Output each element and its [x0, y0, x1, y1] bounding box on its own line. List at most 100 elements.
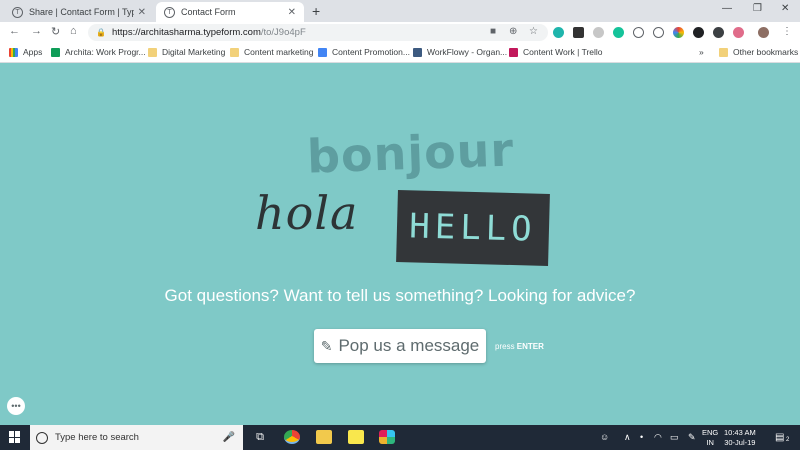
lang-code: ENG [702, 428, 719, 437]
workflowy-icon [413, 47, 422, 57]
tab-share-contact-form[interactable]: T Share | Contact Form | Typeform ✕ [4, 2, 154, 22]
lang-region: IN [706, 438, 714, 447]
search-placeholder: Type here to search [55, 432, 139, 443]
bookmark-label: Other bookmarks [733, 47, 799, 57]
microphone-tray-icon[interactable]: • [640, 432, 643, 442]
bookmark-item[interactable]: Content Promotion... [318, 47, 410, 57]
url-host: https://architasharma.typeform.com [111, 27, 261, 38]
sticky-notes-icon[interactable] [348, 430, 364, 444]
reload-icon[interactable]: ↻ [51, 25, 60, 38]
close-icon[interactable]: ✕ [138, 7, 146, 18]
windows-start-button[interactable] [9, 431, 21, 443]
slack-icon[interactable] [379, 430, 395, 444]
bookmarks-bar: Apps Archita: Work Progr... Digital Mark… [0, 43, 800, 63]
button-label: Pop us a message [338, 336, 480, 355]
press-enter-hint: press ENTER [495, 342, 544, 351]
url-path: /to/J9o4pF [260, 27, 306, 38]
docs-icon [318, 47, 327, 57]
clock-time: 10:43 AM [724, 428, 756, 437]
window-close-icon[interactable]: ✕ [781, 3, 789, 14]
forward-icon[interactable]: → [31, 25, 42, 37]
people-icon[interactable]: ☺ [600, 432, 609, 442]
taskbar-search-box[interactable]: Type here to search 🎤 [30, 425, 243, 450]
other-bookmarks[interactable]: Other bookmarks [719, 47, 798, 57]
menu-icon[interactable]: ⋮ [782, 26, 792, 37]
extension-icon[interactable] [733, 27, 744, 38]
zoom-icon[interactable]: ⊕ [509, 26, 517, 37]
bookmark-label: Digital Marketing [162, 47, 226, 57]
extension-icon[interactable] [653, 27, 664, 38]
close-icon[interactable]: ✕ [288, 7, 296, 18]
task-view-icon[interactable]: ⧉ [252, 430, 268, 444]
color-picker-icon[interactable] [673, 27, 684, 38]
bookmark-item[interactable]: Content Work | Trello [509, 47, 603, 57]
browser-toolbar: ← → ↻ ⌂ 🔒 https://architasharma.typeform… [0, 22, 800, 43]
chevron-up-icon[interactable]: ∧ [624, 432, 631, 443]
sheets-icon [51, 47, 60, 57]
bookmark-item[interactable]: Digital Marketing [148, 47, 225, 57]
pop-us-a-message-button[interactable]: ✎ Pop us a message [314, 329, 486, 363]
avatar[interactable] [758, 27, 769, 38]
pencil-icon: ✎ [320, 337, 333, 354]
bookmark-label: Archita: Work Progr... [65, 47, 146, 57]
extension-icon[interactable] [713, 27, 724, 38]
extension-icon[interactable] [593, 27, 604, 38]
hello-banner: HELLO [396, 190, 550, 266]
page-subtitle: Got questions? Want to tell us something… [164, 286, 636, 305]
star-icon[interactable]: ☆ [529, 26, 538, 37]
lock-icon: 🔒 [96, 28, 106, 37]
bookmark-label: Content marketing [244, 47, 314, 57]
back-icon[interactable]: ← [9, 25, 20, 37]
microphone-icon[interactable]: 🎤 [223, 432, 235, 443]
bookmark-label: WorkFlowy - Organ... [427, 47, 508, 57]
bookmark-label: Content Promotion... [332, 47, 410, 57]
bonjour-heading: bonjour [306, 122, 515, 184]
bookmark-item[interactable]: WorkFlowy - Organ... [413, 47, 507, 57]
bookmark-label: Content Work | Trello [523, 47, 603, 57]
ellipsis-icon: ••• [11, 401, 21, 411]
hello-heading: HELLO [408, 206, 538, 250]
tab-contact-form[interactable]: T Contact Form ✕ [156, 2, 304, 22]
clock-date: 30-Jul-19 [724, 438, 756, 447]
folder-icon [230, 47, 239, 57]
tab-strip: T Share | Contact Form | Typeform ✕ T Co… [0, 0, 800, 22]
battery-icon[interactable]: ▭ [670, 432, 679, 443]
restore-icon[interactable]: ❐ [753, 3, 762, 14]
notification-icon[interactable]: ▤ [775, 432, 784, 443]
wifi-icon[interactable]: ◠ [654, 432, 662, 443]
extension-icon[interactable] [693, 27, 704, 38]
minimize-icon[interactable]: — [722, 3, 732, 14]
language-indicator[interactable]: ENG IN [702, 428, 718, 448]
chrome-icon[interactable] [284, 430, 300, 444]
grammarly-icon[interactable] [613, 27, 624, 38]
camera-icon[interactable]: ■ [490, 26, 496, 37]
tab-title: Contact Form [181, 7, 236, 17]
chat-bubble-button[interactable]: ••• [7, 397, 25, 415]
folder-icon [148, 47, 157, 57]
hint-key: ENTER [516, 342, 544, 351]
pocket-icon[interactable] [633, 27, 644, 38]
cortana-icon [36, 431, 48, 444]
windows-taskbar: Type here to search 🎤 ⧉ ☺ ∧ • ◠ ▭ ✎ ENG … [0, 425, 800, 450]
more-bookmarks-icon[interactable]: » [699, 47, 704, 57]
typeform-icon: T [164, 6, 175, 18]
trello-icon [509, 47, 518, 57]
typeform-welcome-screen: bonjour hola HELLO Got questions? Want t… [0, 64, 800, 425]
bookmark-item[interactable]: Archita: Work Progr... [51, 47, 146, 57]
extension-icon[interactable] [553, 27, 564, 38]
system-clock[interactable]: 10:43 AM 30-Jul-19 [724, 428, 756, 448]
notification-count: 2 [786, 437, 790, 443]
pen-icon[interactable]: ✎ [688, 432, 696, 443]
bookmark-item[interactable]: Content marketing [230, 47, 313, 57]
new-tab-button[interactable]: + [312, 3, 320, 19]
apps-grid-icon [9, 47, 18, 57]
tab-title: Share | Contact Form | Typeform [29, 7, 134, 17]
typeform-icon: T [12, 6, 23, 18]
hola-heading: hola [255, 186, 359, 240]
file-explorer-icon[interactable] [316, 430, 332, 444]
folder-icon [719, 47, 728, 57]
address-bar[interactable]: 🔒 https://architasharma.typeform.com/to/… [88, 24, 548, 41]
home-icon[interactable]: ⌂ [70, 25, 77, 37]
bookmark-apps[interactable]: Apps [9, 47, 42, 57]
extension-icon[interactable] [573, 27, 584, 38]
